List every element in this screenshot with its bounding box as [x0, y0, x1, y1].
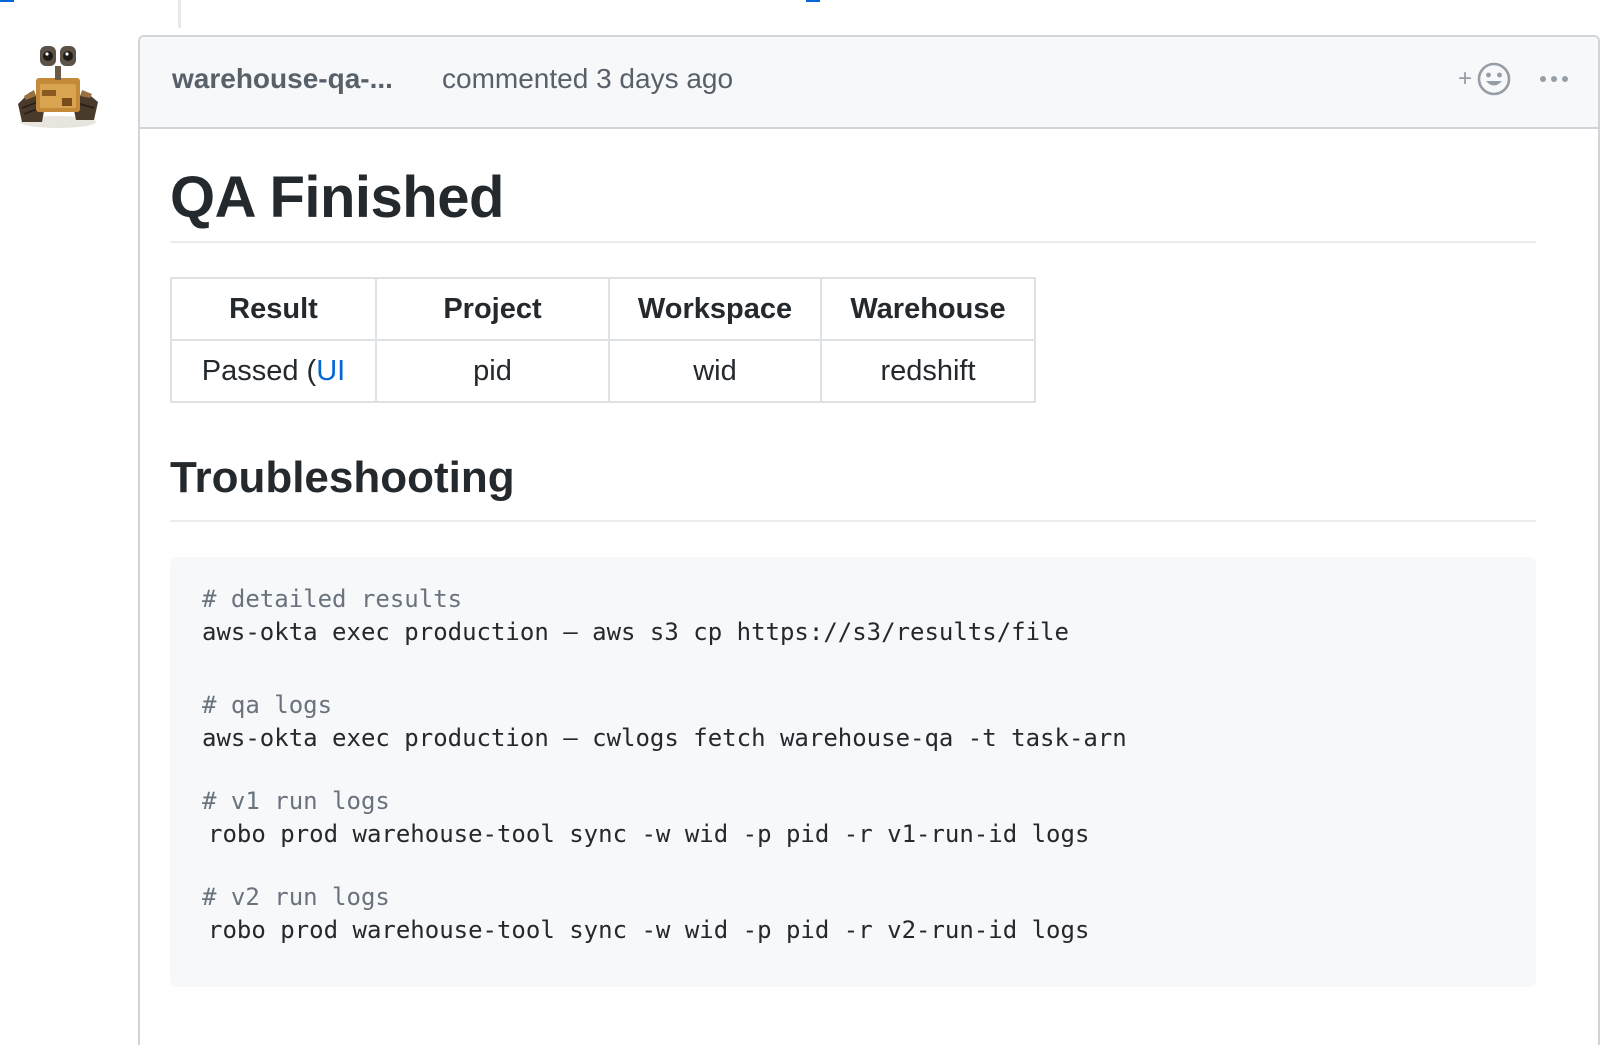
top-edge-marker	[806, 0, 820, 2]
cell-result: Passed (UI	[170, 339, 377, 403]
code-command: robo prod warehouse-tool sync -w wid -p …	[208, 820, 1090, 848]
code-comment: # qa logs	[202, 691, 333, 719]
add-reaction-button[interactable]: +	[1458, 59, 1512, 99]
ui-link[interactable]: UI	[316, 355, 345, 387]
cell-workspace: wid	[608, 339, 822, 403]
code-command: aws-okta exec production — cwlogs fetch …	[202, 724, 1127, 752]
table-row: Passed (UI pid wid redshift	[170, 339, 1036, 403]
code-comment: # v2 run logs	[202, 883, 390, 911]
robot-avatar-icon	[18, 46, 98, 128]
heading-divider	[170, 520, 1536, 522]
timeline-line	[178, 0, 181, 28]
header-result: Result	[170, 277, 377, 341]
code-comment: # detailed results	[202, 585, 463, 613]
cell-warehouse: redshift	[820, 339, 1036, 403]
header-project: Project	[375, 277, 610, 341]
header-warehouse: Warehouse	[820, 277, 1036, 341]
header-workspace: Workspace	[608, 277, 822, 341]
code-comment: # v1 run logs	[202, 787, 390, 815]
comment-card: warehouse-qa-... commented 3 days ago + …	[138, 35, 1600, 1045]
comment-author-link[interactable]: warehouse-qa-...	[172, 63, 393, 95]
plus-icon: +	[1458, 65, 1473, 92]
code-spacer	[202, 755, 1504, 785]
code-spacer	[202, 649, 1504, 689]
table-header-row: Result Project Workspace Warehouse	[170, 277, 1036, 341]
code-block[interactable]: # detailed results aws-okta exec producti…	[170, 557, 1536, 987]
comment-timestamp[interactable]: commented 3 days ago	[442, 63, 733, 95]
section-heading: Troubleshooting	[170, 453, 515, 502]
code-command: robo prod warehouse-tool sync -w wid -p …	[208, 916, 1090, 944]
code-command: aws-okta exec production — aws s3 cp htt…	[202, 618, 1069, 646]
comment-header: warehouse-qa-... commented 3 days ago +	[140, 37, 1598, 129]
cell-project: pid	[375, 339, 610, 403]
smiley-icon	[1477, 62, 1511, 96]
more-options-button[interactable]	[1536, 59, 1572, 99]
comment-title: QA Finished	[170, 165, 504, 230]
heading-divider	[170, 241, 1536, 243]
result-status: Passed (	[201, 354, 317, 387]
code-spacer	[202, 851, 1504, 881]
kebab-horizontal-icon	[1540, 76, 1568, 82]
top-edge-marker	[0, 0, 14, 2]
avatar[interactable]	[12, 38, 104, 130]
results-table: Result Project Workspace Warehouse Passe…	[170, 277, 1036, 403]
